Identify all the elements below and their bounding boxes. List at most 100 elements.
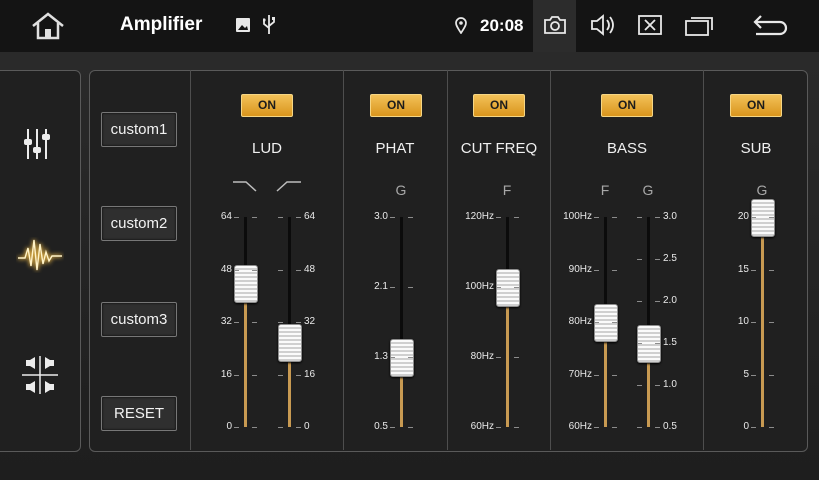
bass-f-tick bbox=[594, 269, 599, 271]
lud-low-tick bbox=[234, 322, 239, 323]
divider bbox=[190, 70, 191, 450]
sub-scale-label: 0 bbox=[743, 421, 749, 432]
lud-low-tick bbox=[234, 374, 239, 376]
cutfreq-scale-label: 80Hz bbox=[470, 351, 494, 362]
lud-low-tick bbox=[252, 322, 257, 323]
preset-custom1-button[interactable]: custom1 bbox=[101, 112, 177, 147]
sub-fill bbox=[761, 217, 764, 427]
lud-on-toggle[interactable]: ON bbox=[241, 94, 293, 117]
sub-tick bbox=[769, 217, 774, 218]
lud-high-tick bbox=[278, 217, 283, 218]
divider bbox=[447, 70, 448, 450]
clock: 20:08 bbox=[480, 16, 524, 35]
close-app-icon[interactable] bbox=[638, 15, 662, 35]
lud-low-fill bbox=[244, 282, 247, 427]
phat-title: PHAT bbox=[375, 140, 415, 157]
sliders-icon[interactable] bbox=[24, 127, 54, 161]
phat-scale-label: 3.0 bbox=[374, 211, 388, 222]
bass-f-tick bbox=[612, 322, 617, 323]
lud-high-tick bbox=[278, 427, 283, 428]
lud-high-slider[interactable] bbox=[278, 323, 302, 362]
sub-tick bbox=[769, 427, 774, 428]
cutfreq-on-toggle[interactable]: ON bbox=[473, 94, 525, 117]
bass-f-tick bbox=[612, 374, 617, 376]
phat-tick bbox=[408, 287, 413, 288]
cutfreq-tick bbox=[514, 427, 519, 428]
speaker-balance-icon[interactable] bbox=[22, 356, 58, 394]
bass-g-tick bbox=[637, 259, 642, 260]
lud-low-tick bbox=[234, 217, 239, 218]
lud-low-tick bbox=[234, 427, 239, 428]
lud-low-tick bbox=[234, 269, 239, 271]
high-pass-curve-icon bbox=[276, 181, 301, 192]
preset-custom2-button[interactable]: custom2 bbox=[101, 206, 177, 241]
phat-slider[interactable] bbox=[390, 339, 414, 377]
lud-high-tick bbox=[278, 269, 283, 271]
reset-button[interactable]: RESET bbox=[101, 396, 177, 431]
lud-high-tick bbox=[296, 217, 301, 218]
bass-f-tick bbox=[594, 322, 599, 323]
bass-g-tick bbox=[655, 385, 660, 386]
bass-g-scale-label: 3.0 bbox=[663, 211, 677, 222]
lud-high-tick bbox=[278, 322, 283, 323]
divider bbox=[550, 70, 551, 450]
recent-apps-icon[interactable] bbox=[685, 14, 715, 36]
lud-high-scale-label: 32 bbox=[304, 316, 316, 327]
phat-scale-label: 2.1 bbox=[374, 281, 388, 292]
phat-tick bbox=[390, 217, 395, 218]
waveform-icon[interactable] bbox=[16, 234, 64, 278]
sub-tick bbox=[751, 427, 756, 428]
phat-on-toggle[interactable]: ON bbox=[370, 94, 422, 117]
bass-g-tick bbox=[637, 385, 642, 386]
sub-gain-label: G bbox=[756, 182, 768, 198]
lud-low-scale-label: 48 bbox=[220, 263, 232, 275]
lud-low-scale-label: 0 bbox=[226, 421, 232, 432]
lud-low-tick bbox=[252, 427, 257, 428]
bass-gain-slider[interactable] bbox=[637, 325, 661, 363]
lud-high-tick bbox=[296, 322, 301, 323]
bass-g-tick bbox=[655, 301, 660, 302]
bass-g-tick bbox=[637, 301, 642, 302]
cutfreq-slider[interactable] bbox=[496, 269, 520, 307]
phat-tick bbox=[408, 357, 413, 358]
bass-on-toggle[interactable]: ON bbox=[601, 94, 653, 117]
sub-scale-label: 5 bbox=[743, 368, 749, 380]
volume-icon[interactable] bbox=[590, 14, 618, 36]
lud-low-scale-label: 32 bbox=[220, 316, 232, 327]
screenshot-button[interactable] bbox=[533, 0, 576, 52]
lud-low-tick bbox=[252, 217, 257, 218]
lud-high-tick bbox=[296, 269, 301, 271]
bass-g-tick bbox=[637, 343, 642, 344]
cutfreq-tick bbox=[496, 217, 501, 218]
bass-title: BASS bbox=[606, 140, 648, 157]
bass-frequency-label: F bbox=[600, 182, 610, 198]
bass-f-tick bbox=[594, 427, 599, 428]
preset-custom3-button[interactable]: custom3 bbox=[101, 302, 177, 337]
bass-f-scale-label: 100Hz bbox=[563, 211, 592, 222]
bass-f-tick bbox=[594, 217, 599, 218]
bass-g-scale-label: 1.0 bbox=[663, 379, 677, 390]
back-icon[interactable] bbox=[752, 13, 790, 37]
phat-gain-label: G bbox=[395, 182, 407, 198]
sub-scale-label: 10 bbox=[737, 316, 749, 327]
phat-tick bbox=[390, 357, 395, 358]
sub-slider[interactable] bbox=[751, 199, 775, 237]
bass-g-tick bbox=[655, 217, 660, 218]
usb-icon bbox=[263, 15, 275, 34]
sub-tick bbox=[751, 374, 756, 376]
cutfreq-tick bbox=[496, 287, 501, 288]
lud-high-scale-label: 16 bbox=[304, 368, 316, 380]
sub-on-toggle[interactable]: ON bbox=[730, 94, 782, 117]
bass-frequency-slider[interactable] bbox=[594, 304, 618, 342]
bass-g-scale-label: 1.5 bbox=[663, 337, 677, 348]
lud-low-scale-label: 64 bbox=[220, 211, 232, 222]
lud-high-scale-label: 0 bbox=[304, 421, 310, 432]
bass-f-scale-label: 90Hz bbox=[568, 263, 592, 275]
phat-tick bbox=[390, 287, 395, 288]
home-icon[interactable] bbox=[30, 12, 66, 40]
lud-high-tick bbox=[296, 427, 301, 428]
cutfreq-fill bbox=[506, 287, 509, 427]
cutfreq-tick bbox=[514, 287, 519, 288]
lud-low-tick bbox=[252, 269, 257, 271]
status-bar: Amplifier 20:08 bbox=[0, 0, 819, 52]
